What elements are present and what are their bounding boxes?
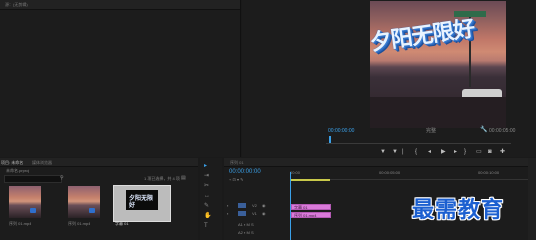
- project-file-name: 未命名.prproj: [6, 168, 30, 173]
- search-icon[interactable]: ⚲: [60, 175, 64, 181]
- project-tab-bar: [0, 158, 198, 167]
- wrench-icon[interactable]: 🔧: [480, 127, 487, 134]
- marker-icon[interactable]: |: [402, 149, 404, 156]
- project-item-count: 1 项已选择，共 4 项: [144, 176, 180, 181]
- timeline-clip-video[interactable]: 序列 01.mp4: [291, 212, 331, 218]
- source-monitor-tab[interactable]: 源：(无剪辑): [5, 2, 28, 7]
- step-back-icon[interactable]: ◂: [428, 149, 431, 156]
- slip-tool-icon[interactable]: ↔: [204, 193, 210, 200]
- source-monitor-header: [0, 0, 240, 10]
- pen-tool-icon[interactable]: ✎: [204, 203, 209, 210]
- hand-tool-icon[interactable]: ✋: [204, 213, 211, 220]
- title-thumbnail-preview: 夕阳无限好: [126, 190, 158, 210]
- lift-icon[interactable]: ▭: [476, 149, 482, 156]
- thumbnail-label-3: 字幕 01: [115, 221, 129, 226]
- track-lock-icon[interactable]: ▪: [227, 203, 228, 208]
- timeline-timecode[interactable]: 00:00:00:00: [229, 169, 261, 176]
- track-lock-icon[interactable]: ▪: [227, 211, 228, 216]
- program-playhead[interactable]: [329, 136, 331, 143]
- track-name-v2: V2: [252, 203, 257, 208]
- program-fit-select[interactable]: 完整: [426, 128, 436, 134]
- project-thumbnail-2[interactable]: [68, 186, 100, 218]
- program-duration: 00:00:05:00: [489, 128, 516, 134]
- snap-icon[interactable]: ⌁ ⊡ ▾ ✎: [229, 177, 243, 182]
- timeline-tab-bar: [224, 158, 536, 167]
- eye-icon[interactable]: ◉: [262, 203, 266, 208]
- program-timecode[interactable]: 00:00:00:00: [328, 128, 354, 134]
- work-area-bar[interactable]: [290, 179, 330, 181]
- ruler-label: 00:00:10:00: [478, 170, 500, 175]
- camera-icon[interactable]: ◙: [488, 149, 492, 156]
- thumbnail-label-1: 序列 01.mp4: [9, 221, 32, 226]
- thumbnail-label-2: 序列 01.mp4: [68, 221, 91, 226]
- type-tool-icon[interactable]: T: [204, 223, 208, 230]
- mark-in-icon[interactable]: ▼: [380, 149, 386, 156]
- project-thumbnail-1[interactable]: [9, 186, 41, 218]
- clip-badge-icon: [89, 208, 95, 213]
- go-to-in-icon[interactable]: {: [415, 149, 417, 156]
- program-preview-frame: 夕阳无限好: [370, 1, 506, 128]
- tab-project[interactable]: 项目: 未命名: [1, 160, 23, 165]
- selection-tool-icon[interactable]: ▸: [204, 163, 207, 170]
- program-time-ruler[interactable]: [326, 137, 511, 144]
- project-search-input[interactable]: [4, 175, 62, 183]
- timeline-playhead[interactable]: [290, 172, 291, 240]
- audio-track-a2[interactable]: A2 ▪ M S: [238, 230, 254, 235]
- eye-icon[interactable]: ◉: [262, 211, 266, 216]
- road-shadow: [370, 97, 506, 128]
- razor-tool-icon[interactable]: ✂: [204, 183, 209, 190]
- go-to-out-icon[interactable]: }: [464, 149, 466, 156]
- track-target-v2[interactable]: [238, 203, 246, 208]
- timeline-sequence-tab[interactable]: 序列 01: [230, 160, 244, 165]
- track-name-v1: V1: [252, 211, 257, 216]
- ruler-label: 00:00:05:00: [379, 170, 401, 175]
- project-thumbnail-3-selected[interactable]: 夕阳无限好: [113, 185, 171, 222]
- step-forward-icon[interactable]: ▸: [454, 149, 457, 156]
- watermark-logo: 最需教育: [412, 197, 505, 223]
- clip-badge-icon: [30, 208, 36, 213]
- track-select-tool-icon[interactable]: ⇥: [204, 173, 209, 180]
- track-target-v1[interactable]: [238, 211, 246, 216]
- title-thumbnail-text: 夕阳无限好: [129, 196, 154, 209]
- audio-track-a1[interactable]: A1 ▪ M S: [238, 222, 254, 227]
- tab-media-browser[interactable]: 媒体浏览器: [32, 160, 52, 165]
- settings-icon[interactable]: ✚: [500, 149, 505, 156]
- ruler-label: 00:00: [290, 170, 301, 175]
- mark-out-icon[interactable]: ▼: [392, 149, 398, 156]
- folder-icon[interactable]: ▤: [181, 175, 186, 181]
- timeline-clip-title[interactable]: 字幕 01: [291, 204, 331, 210]
- play-icon[interactable]: ▶: [441, 149, 446, 156]
- source-monitor-panel: [0, 0, 241, 157]
